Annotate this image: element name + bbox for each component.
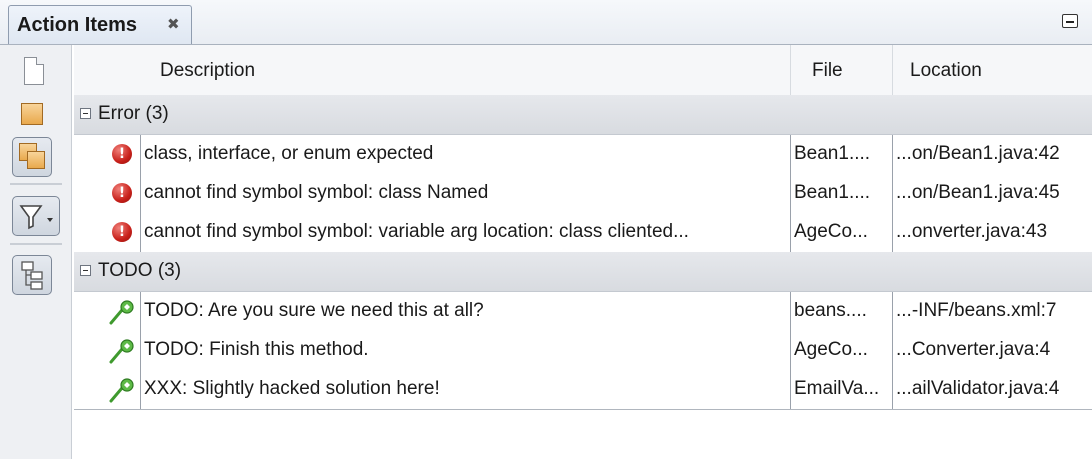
column-header-file[interactable]: File xyxy=(812,60,843,82)
row-location: ...ailValidator.java:4 xyxy=(896,378,1060,399)
table-row[interactable]: ! cannot find symbol symbol: class Named… xyxy=(74,174,1092,214)
row-location: ...on/Bean1.java:45 xyxy=(896,182,1060,203)
filter-icon[interactable] xyxy=(12,196,60,236)
group-label: Error (3) xyxy=(98,103,169,124)
error-icon: ! xyxy=(112,144,132,164)
row-description: class, interface, or enum expected xyxy=(144,143,434,164)
row-description: XXX: Slightly hacked solution here! xyxy=(144,378,440,399)
collapse-icon[interactable] xyxy=(80,265,91,276)
group-by-icon[interactable] xyxy=(12,255,52,295)
table-header: Description File Location xyxy=(74,45,1092,96)
group-todo[interactable]: TODO (3) xyxy=(74,252,1092,292)
table-row[interactable]: ! class, interface, or enum expected Bea… xyxy=(74,135,1092,175)
group-label: TODO (3) xyxy=(98,260,182,281)
main-project-filter-icon[interactable] xyxy=(12,137,52,177)
collapse-icon[interactable] xyxy=(80,108,91,119)
row-description: TODO: Finish this method. xyxy=(144,339,369,360)
row-location: ...on/Bean1.java:42 xyxy=(896,143,1060,164)
row-file: beans.... xyxy=(794,300,867,321)
tab-bar: Action Items ✖ xyxy=(0,0,1092,45)
row-file: AgeCo... xyxy=(794,339,868,360)
project-filter-icon[interactable] xyxy=(12,95,52,135)
file-filter-icon[interactable] xyxy=(12,53,52,93)
error-icon: ! xyxy=(112,183,132,203)
error-icon: ! xyxy=(112,222,132,242)
todo-icon xyxy=(109,300,134,325)
row-location: ...-INF/beans.xml:7 xyxy=(896,300,1057,321)
table-row[interactable]: TODO: Finish this method. AgeCo... ...Co… xyxy=(74,331,1092,371)
row-file: EmailVa... xyxy=(794,378,880,399)
row-location: ...Converter.java:4 xyxy=(896,339,1051,360)
column-header-description[interactable]: Description xyxy=(160,60,255,82)
tab-title: Action Items xyxy=(17,14,138,36)
todo-icon xyxy=(109,339,134,364)
row-description: TODO: Are you sure we need this at all? xyxy=(144,300,484,321)
group-error[interactable]: Error (3) xyxy=(74,95,1092,135)
tab-action-items[interactable]: Action Items ✖ xyxy=(8,5,192,44)
row-description: cannot find symbol symbol: class Named xyxy=(144,182,489,203)
todo-icon xyxy=(109,378,134,403)
row-description: cannot find symbol symbol: variable arg … xyxy=(144,221,689,242)
table-row[interactable]: ! cannot find symbol symbol: variable ar… xyxy=(74,213,1092,253)
row-file: Bean1.... xyxy=(794,143,871,164)
row-location: ...onverter.java:43 xyxy=(896,221,1048,242)
filter-toolbar xyxy=(0,45,72,459)
row-file: AgeCo... xyxy=(794,221,868,242)
minimize-icon[interactable] xyxy=(1062,14,1078,28)
table-row[interactable]: XXX: Slightly hacked solution here! Emai… xyxy=(74,370,1092,410)
close-icon[interactable]: ✖ xyxy=(167,15,180,33)
column-header-location[interactable]: Location xyxy=(910,60,982,82)
table-row[interactable]: TODO: Are you sure we need this at all? … xyxy=(74,292,1092,332)
row-file: Bean1.... xyxy=(794,182,871,203)
